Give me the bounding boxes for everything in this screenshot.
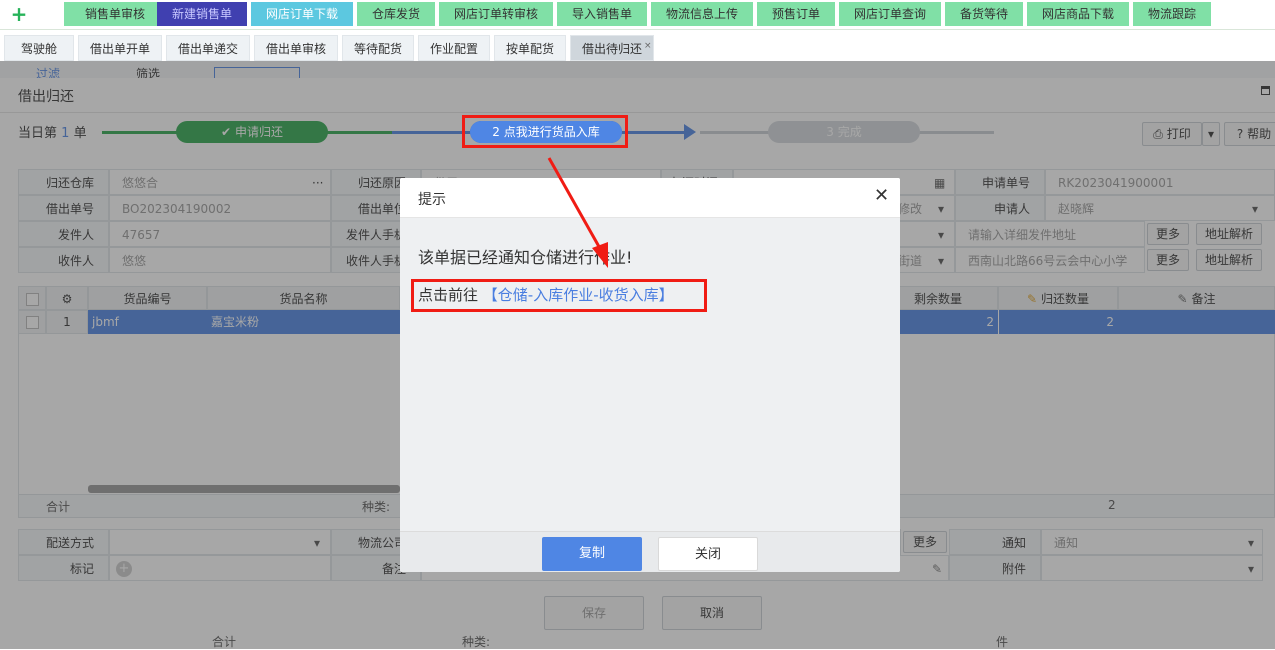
annotation-arrow: [547, 157, 608, 268]
menu-new-sales-order[interactable]: 新建销售单: [157, 2, 247, 26]
goto-receiving-link[interactable]: 【仓储-入库作业-收货入库】: [483, 286, 674, 304]
close-button[interactable]: 关闭: [658, 537, 758, 571]
step-label: 点我进行货品入库: [503, 125, 600, 139]
tab-loan-review[interactable]: 借出单审核: [254, 35, 338, 61]
step-number: 2: [492, 125, 500, 139]
add-icon[interactable]: +: [8, 2, 30, 26]
menu-presale-order[interactable]: 预售订单: [757, 2, 835, 26]
dialog-link-line: 点击前往 【仓储-入库作业-收货入库】: [418, 284, 674, 305]
top-menu-bar: + 销售单审核 新建销售单 网店订单下载 仓库发货 网店订单转审核 导入销售单 …: [0, 0, 1275, 30]
close-icon[interactable]: ✕: [874, 186, 889, 206]
menu-sales-review[interactable]: 销售单审核: [64, 2, 166, 26]
dialog-title: 提示: [418, 192, 446, 208]
tab-loan-pending-return[interactable]: 借出待归还 ×: [570, 35, 654, 61]
menu-logistics-upload[interactable]: 物流信息上传: [651, 2, 753, 26]
step-goods-inbound-highlight[interactable]: 2 点我进行货品入库: [470, 121, 622, 143]
dialog-header: 提示 ✕: [400, 178, 900, 218]
menu-logistics-tracking[interactable]: 物流跟踪: [1133, 2, 1211, 26]
tab-cockpit[interactable]: 驾驶舱: [4, 35, 74, 61]
tab-wait-picking[interactable]: 等待配货: [342, 35, 414, 61]
page-tabs: 驾驶舱 借出单开单 借出单递交 借出单审核 等待配货 作业配置 按单配货 借出待…: [0, 35, 1275, 61]
menu-import-sales-order[interactable]: 导入销售单: [557, 2, 647, 26]
dialog-footer: 复制 关闭: [400, 531, 900, 572]
tab-label: 借出待归还: [581, 42, 642, 56]
tab-loan-submit[interactable]: 借出单递交: [166, 35, 250, 61]
menu-online-order-query[interactable]: 网店订单查询: [839, 2, 941, 26]
close-icon[interactable]: ×: [644, 33, 652, 59]
tab-order-picking[interactable]: 按单配货: [494, 35, 566, 61]
menu-stock-waiting[interactable]: 备货等待: [945, 2, 1023, 26]
menu-online-order-to-review[interactable]: 网店订单转审核: [439, 2, 553, 26]
tip-dialog: 提示 ✕ 该单据已经通知仓储进行作业! 点击前往 【仓储-入库作业-收货入库】 …: [400, 178, 900, 572]
menu-warehouse-shipping[interactable]: 仓库发货: [357, 2, 435, 26]
tab-loan-create[interactable]: 借出单开单: [78, 35, 162, 61]
arrow-shaft: [547, 157, 604, 253]
menu-online-order-download[interactable]: 网店订单下载: [251, 2, 353, 26]
arrow-head: [592, 242, 608, 268]
link-prefix: 点击前往: [418, 286, 479, 304]
menu-online-product-download[interactable]: 网店商品下载: [1027, 2, 1129, 26]
tab-job-config[interactable]: 作业配置: [418, 35, 490, 61]
copy-button[interactable]: 复制: [542, 537, 642, 571]
